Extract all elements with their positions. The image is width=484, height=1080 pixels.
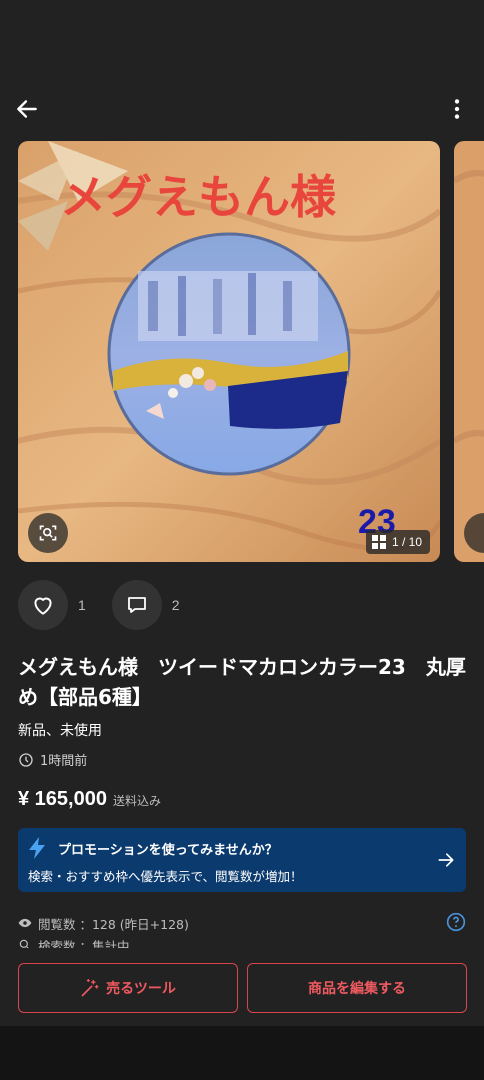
eye-icon [18,918,32,928]
item-condition: 新品、未使用 [18,723,102,739]
next-photo-art [454,141,484,562]
vertical-dots-icon[interactable] [444,96,470,122]
stats-panel: 閲覧数 ：128 (昨日+128) 検索数 ：集計中 [18,912,466,948]
views-text: 閲覧数 ：128 (昨日+128) [38,916,189,932]
promotion-banner[interactable]: プロモーションを使ってみませんか？ 検索・おすすめ枠へ優先表示で、閲覧数が増加！ [18,828,466,892]
posted-time-text: 1時間前 [40,754,88,769]
image-counter-text: 1 / 10 [392,535,423,549]
product-photo-art: メグえもん様 23 [18,141,440,562]
like-count: 1 [78,597,86,613]
comment-button[interactable] [111,580,162,630]
item-title: メグえもん様 ツイードマカロンカラー23 丸厚め【部品6種】 [18,655,466,709]
edit-item-label: 商品を編集する [308,981,406,997]
product-photo[interactable]: メグえもん様 23 1 / 10 [18,141,440,562]
image-carousel[interactable]: メグえもん様 23 1 / 10 [18,141,484,562]
comment-icon [127,597,146,613]
image-search-button[interactable] [28,513,68,553]
posted-time: 1時間前 [18,750,87,769]
search-icon [19,939,29,948]
sell-tools-label: 売るツール [106,981,176,997]
image-caption: メグえもん様 [60,170,337,224]
heart-icon [34,597,52,615]
price-row: ¥ 165,000 送料込み [18,788,161,811]
help-icon[interactable] [446,912,466,932]
shipping-label: 送料込み [112,794,161,808]
image-counter: 1 / 10 [366,530,431,554]
views-row: 閲覧数 ：128 (昨日+128) [18,912,466,934]
edit-item-button[interactable]: 商品を編集する [247,963,467,1013]
search-text: 検索数 ：集計中 [38,938,130,949]
comment-count: 2 [171,597,180,613]
promotion-description: 検索・おすすめ枠へ優先表示で、閲覧数が増加！ [28,869,303,884]
action-row: 1 2 [18,580,206,630]
arrow-left-icon[interactable] [14,96,40,122]
magic-wand-icon [81,979,99,997]
search-row: 検索数 ：集計中 [18,934,466,948]
grid-icon [372,535,386,549]
lightning-icon [29,837,45,859]
like-button[interactable] [18,580,68,630]
sell-tools-button[interactable]: 売るツール [18,963,238,1013]
system-navigation-area [0,1026,484,1080]
top-bar [0,92,484,126]
image-search-icon [39,525,57,541]
clock-icon [19,752,33,767]
item-price: ¥ 165,000 [18,788,107,810]
next-product-photo[interactable] [454,141,484,562]
promotion-title: プロモーションを使ってみませんか？ [58,843,278,858]
bottom-action-bar: 売るツール 商品を編集する [0,948,484,1026]
arrow-right-icon [438,853,454,867]
